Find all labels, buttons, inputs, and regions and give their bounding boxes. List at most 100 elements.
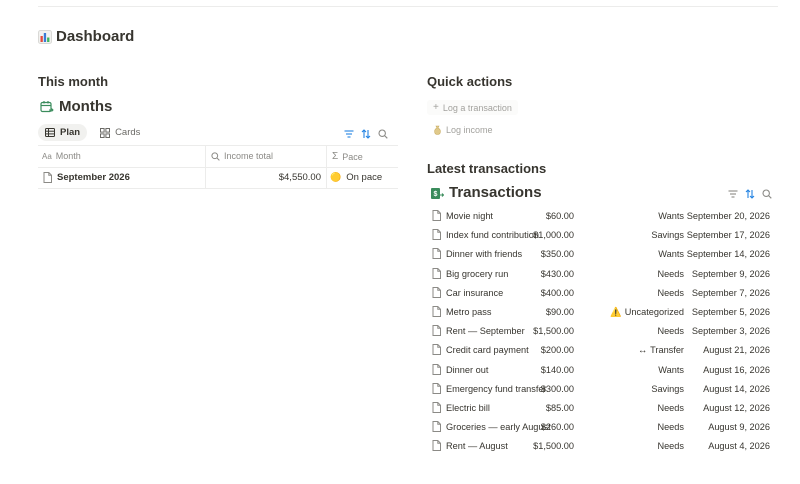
transaction-date: August 16, 2026	[703, 364, 770, 375]
this-month-heading: This month	[38, 74, 109, 89]
column-divider	[205, 146, 206, 167]
tab-cards[interactable]: Cards	[93, 124, 147, 141]
pace-value: On pace	[346, 172, 383, 183]
page-icon	[432, 401, 441, 415]
column-income-total-label: Income total	[224, 151, 274, 161]
transaction-name: Car insurance	[446, 287, 504, 298]
list-item[interactable]: Car insurance $400.00 Needs September 7, 20…	[430, 284, 770, 303]
transaction-category-label: Uncategorized	[624, 307, 684, 318]
page-icon	[432, 210, 441, 223]
transaction-name: Rent — September	[446, 326, 525, 337]
sort-icon[interactable]	[360, 128, 371, 139]
transaction-amount: $400.00	[540, 287, 574, 298]
transaction-date: August 4, 2026	[708, 441, 770, 452]
list-item[interactable]: Groceries — early August $260.00 Needs Augu…	[430, 418, 770, 437]
months-db-title-text: Months	[59, 98, 113, 115]
transaction-amount: $350.00	[540, 249, 574, 260]
transaction-amount: $260.00	[540, 422, 574, 433]
list-item[interactable]: Emergency fund transfer $300.00 Savings Aug…	[430, 380, 770, 399]
page-icon	[432, 305, 441, 319]
transaction-category-label: Needs	[657, 402, 684, 413]
sigma-icon: Σ	[332, 151, 339, 162]
transaction-category: Savings	[651, 230, 684, 240]
column-income-total[interactable]: Income total	[211, 151, 273, 161]
transaction-date: September 9, 2026	[691, 268, 770, 279]
search-property-icon	[211, 151, 220, 161]
page-title-text: Dashboard	[56, 28, 135, 45]
transaction-category: Needs	[657, 403, 684, 413]
transaction-category: Needs	[657, 422, 684, 432]
transaction-name: Big grocery run	[446, 268, 509, 279]
category-icon: ↔	[637, 345, 648, 356]
transaction-category-label: Wants	[658, 211, 684, 221]
list-item[interactable]: Credit card payment $200.00 ↔ Transfer Augus…	[430, 341, 770, 360]
page-icon	[432, 344, 441, 357]
transaction-category-label: Savings	[651, 383, 684, 394]
column-pace[interactable]: Σ Pace	[332, 151, 363, 162]
page-icon	[432, 421, 441, 434]
top-divider	[38, 6, 778, 7]
filter-icon[interactable]	[343, 128, 354, 139]
page-title: Dashboard	[38, 28, 134, 45]
transaction-category: Wants	[658, 249, 684, 259]
page-icon	[432, 363, 441, 377]
months-table-header: Aa Month Income total Σ Pace	[38, 145, 398, 168]
filter-icon[interactable]	[727, 188, 738, 199]
months-db-title[interactable]: Months	[40, 98, 112, 115]
column-month[interactable]: Aa Month	[42, 151, 81, 161]
transaction-category: Needs	[657, 326, 684, 336]
income-total-cell: $4,550.00	[278, 172, 321, 183]
plus-icon: +	[433, 102, 439, 113]
transaction-amount: $85.00	[545, 402, 574, 413]
column-pace-label: Pace	[342, 151, 363, 162]
log-transaction-button[interactable]: + Log a transaction	[427, 100, 518, 115]
transaction-date: September 17, 2026	[686, 230, 770, 241]
transaction-date: September 3, 2026	[691, 326, 770, 337]
column-divider	[326, 167, 327, 188]
tab-cards-label: Cards	[115, 127, 141, 138]
transaction-name: Dinner with friends	[446, 249, 523, 260]
transaction-name: Index fund contribution	[446, 230, 539, 241]
page-icon	[432, 325, 441, 338]
list-item[interactable]: Dinner out $140.00 Wants August 16, 2026	[430, 361, 770, 380]
text-property-icon: Aa	[42, 151, 52, 161]
table-row[interactable]: September 2026 $4,550.00 🟡 On pace	[38, 167, 398, 189]
list-item[interactable]: Dinner with friends $350.00 Wants September…	[430, 245, 770, 264]
transaction-amount: $60.00	[545, 211, 574, 221]
page-icon	[432, 229, 441, 242]
grid-icon	[100, 127, 111, 138]
transaction-name: Rent — August	[446, 441, 508, 452]
list-item[interactable]: Metro pass $90.00 ⚠️ Uncategorized September…	[430, 303, 770, 322]
transaction-category: ↔ Transfer	[638, 345, 684, 355]
list-item[interactable]: Rent — August $1,500.00 Needs August 4, 202…	[430, 437, 770, 456]
transactions-db-title[interactable]: $ Transactions	[430, 184, 542, 201]
pace-emoji: 🟡	[330, 172, 342, 182]
list-item[interactable]: Electric bill $85.00 Needs August 12, 2026	[430, 399, 770, 418]
column-divider	[326, 146, 327, 167]
list-item[interactable]: Big grocery run $430.00 Needs September 9, …	[430, 265, 770, 284]
transaction-category-label: Needs	[657, 268, 684, 279]
tab-plan[interactable]: Plan	[38, 124, 88, 141]
sort-icon[interactable]	[744, 188, 755, 199]
transaction-amount: $1,500.00	[533, 441, 574, 452]
list-item[interactable]: Movie night $60.00 Wants September 20, 2026	[430, 207, 770, 226]
search-icon[interactable]	[377, 128, 388, 139]
months-toolbar	[343, 128, 388, 139]
money-bag-icon	[433, 125, 442, 135]
transaction-amount: $140.00	[540, 364, 574, 375]
transaction-category: Wants	[658, 211, 684, 221]
transaction-category-label: Transfer	[650, 345, 684, 356]
page-icon	[432, 267, 441, 281]
search-icon[interactable]	[761, 188, 772, 199]
svg-text:$: $	[434, 191, 438, 198]
list-item[interactable]: Rent — September $1,500.00 Needs September …	[430, 322, 770, 341]
transaction-name: Electric bill	[446, 402, 490, 413]
table-icon	[45, 128, 55, 137]
transaction-date: August 21, 2026	[703, 345, 770, 356]
calendar-icon	[40, 100, 54, 114]
log-income-button[interactable]: Log income	[427, 123, 499, 137]
log-income-label: Log income	[446, 125, 493, 135]
transactions-db-title-text: Transactions	[449, 184, 542, 201]
list-item[interactable]: Index fund contribution $1,000.00 Savings S…	[430, 226, 770, 245]
month-cell: September 2026	[43, 172, 130, 183]
